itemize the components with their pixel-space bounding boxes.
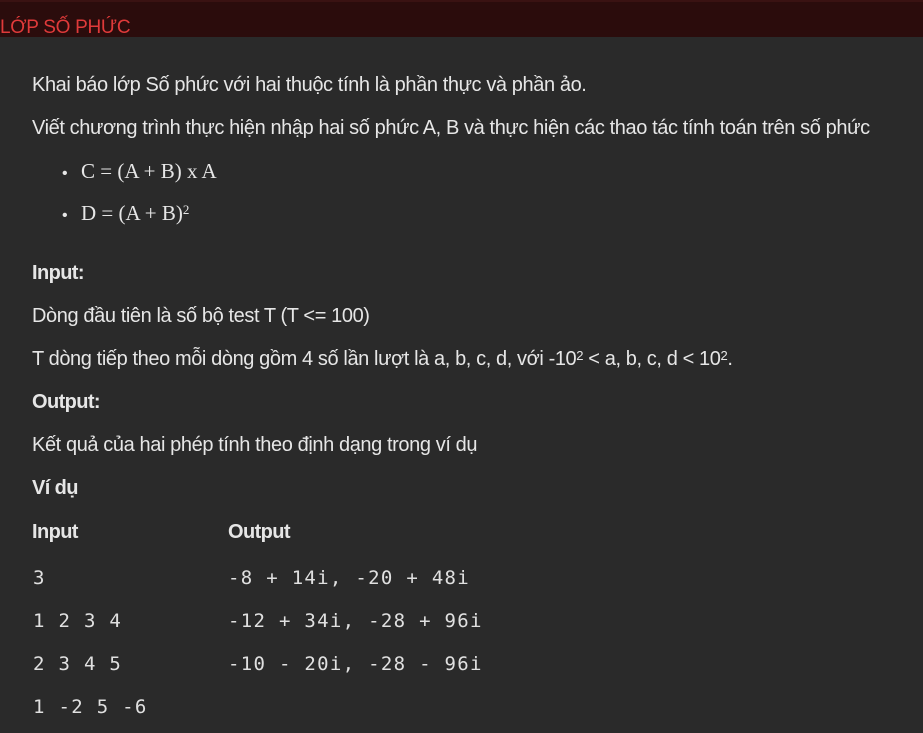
example-output-row: -8 + 14i, -20 + 48i xyxy=(228,567,471,589)
formula-d-item: • D = (A + B)2 xyxy=(62,201,189,228)
formula-d: D = (A + B) xyxy=(81,201,183,225)
bullet-icon: • xyxy=(62,165,68,182)
example-output-row: -12 + 34i, -28 + 96i xyxy=(228,610,483,632)
example-input-row: 1 2 3 4 xyxy=(33,610,123,632)
input-desc-2-part-a: T dòng tiếp theo mỗi dòng gồm 4 số lần l… xyxy=(32,348,577,370)
example-heading: Ví dụ xyxy=(32,477,78,499)
example-output-header: Output xyxy=(228,521,291,543)
input-description-2: T dòng tiếp theo mỗi dòng gồm 4 số lần l… xyxy=(32,347,733,371)
example-output-row: -10 - 20i, -28 - 96i xyxy=(228,653,483,675)
title-bar: LỚP SỐ PHỨC xyxy=(0,0,923,38)
input-description-1: Dòng đầu tiên là số bộ test T (T <= 100) xyxy=(32,305,370,327)
input-desc-2-exp-1: 2 xyxy=(576,348,584,363)
output-description: Kết quả của hai phép tính theo định dạng… xyxy=(32,434,478,456)
example-input-row: 3 xyxy=(33,567,46,589)
bullet-icon: • xyxy=(62,207,68,224)
formula-c-item: • C = (A + B) x A xyxy=(62,159,217,186)
input-desc-2-part-b: < a, b, c, d < 10 xyxy=(583,348,721,370)
output-heading: Output: xyxy=(32,391,101,413)
page-title: LỚP SỐ PHỨC xyxy=(0,17,131,38)
description-line-1: Khai báo lớp Số phức với hai thuộc tính … xyxy=(32,74,587,96)
input-desc-2-end: . xyxy=(727,348,733,370)
example-input-row: 2 3 4 5 xyxy=(33,653,123,675)
example-input-header: Input xyxy=(32,521,78,543)
formula-d-exponent: 2 xyxy=(182,202,190,217)
description-line-2: Viết chương trình thực hiện nhập hai số … xyxy=(32,117,870,139)
input-heading: Input: xyxy=(32,262,85,284)
example-input-row: 1 -2 5 -6 xyxy=(33,696,148,718)
input-desc-2-exp-2: 2 xyxy=(720,348,728,363)
formula-c: C = (A + B) x A xyxy=(81,159,217,183)
